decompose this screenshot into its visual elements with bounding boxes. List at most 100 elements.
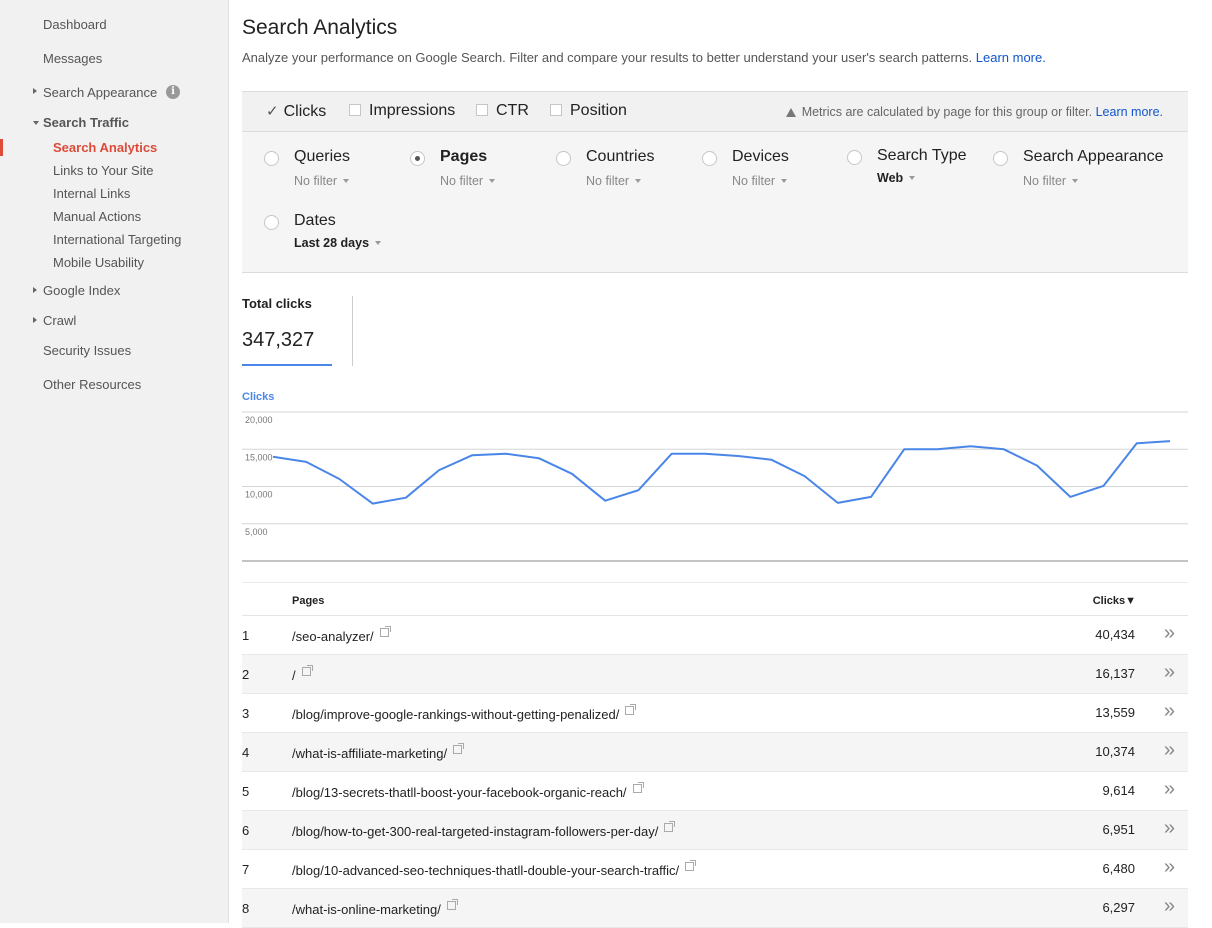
table-row[interactable]: 7/blog/10-advanced-seo-techniques-thatll… (242, 850, 1188, 889)
metrics-learn-more-link[interactable]: Learn more. (1096, 105, 1163, 119)
sidebar-item-internal-links[interactable]: Internal Links (53, 186, 130, 201)
table-row[interactable]: 2 / 16,137 » (242, 655, 1188, 694)
collapse-arrow-icon[interactable] (33, 121, 39, 125)
page-path[interactable]: /blog/13-secrets-thatll-boost-your-faceb… (292, 785, 627, 800)
double-chevron-right-icon[interactable]: » (1164, 661, 1175, 684)
sidebar-item-dashboard[interactable]: Dashboard (43, 17, 107, 32)
row-page[interactable]: /blog/13-secrets-thatll-boost-your-faceb… (292, 782, 644, 800)
filter-dropdown[interactable]: No filter (732, 174, 788, 188)
page-path[interactable]: / (292, 668, 296, 683)
radio-icon[interactable] (847, 150, 862, 165)
row-page[interactable]: /what-is-online-marketing/ (292, 899, 458, 917)
table-row[interactable]: 6/blog/how-to-get-300-real-targeted-inst… (242, 811, 1188, 850)
data-point[interactable] (634, 486, 642, 494)
sidebar-item-manual-actions[interactable]: Manual Actions (53, 209, 141, 224)
row-page[interactable]: /blog/10-advanced-seo-techniques-thatll-… (292, 860, 697, 878)
page-path[interactable]: /blog/how-to-get-300-real-targeted-insta… (292, 824, 658, 839)
radio-icon[interactable] (702, 151, 717, 166)
double-chevron-right-icon[interactable]: » (1164, 739, 1175, 762)
filter-dropdown[interactable]: No filter (1023, 174, 1079, 188)
external-link-icon[interactable] (446, 899, 458, 910)
sidebar-item-search-appearance[interactable]: Search Appearance (43, 85, 157, 100)
metric-impressions-checkbox[interactable]: Impressions (349, 102, 455, 120)
data-point[interactable] (967, 442, 975, 450)
sidebar-item-security-issues[interactable]: Security Issues (43, 343, 131, 358)
data-point[interactable] (801, 472, 809, 480)
expand-arrow-icon[interactable] (33, 287, 37, 293)
radio-icon[interactable] (264, 151, 279, 166)
table-row[interactable]: 5/blog/13-secrets-thatll-boost-your-face… (242, 772, 1188, 811)
table-row[interactable]: 1/seo-analyzer/40,434 » (242, 616, 1188, 655)
sidebar-item-crawl[interactable]: Crawl (43, 313, 76, 328)
expand-arrow-icon[interactable] (33, 88, 37, 94)
filter-dropdown[interactable]: No filter (294, 174, 350, 188)
data-point[interactable] (601, 497, 609, 505)
sidebar-item-mobile-usability[interactable]: Mobile Usability (53, 255, 144, 270)
external-link-icon[interactable] (453, 743, 465, 754)
double-chevron-right-icon[interactable]: » (1164, 622, 1175, 645)
double-chevron-right-icon[interactable]: » (1164, 700, 1175, 723)
sidebar-item-search-traffic[interactable]: Search Traffic (43, 115, 129, 130)
sidebar-item-google-index[interactable]: Google Index (43, 283, 120, 298)
row-page[interactable]: /seo-analyzer/ (292, 626, 391, 644)
data-point[interactable] (1000, 445, 1008, 453)
page-path[interactable]: /blog/10-advanced-seo-techniques-thatll-… (292, 863, 679, 878)
data-point[interactable] (668, 450, 676, 458)
data-point[interactable] (435, 466, 443, 474)
data-point[interactable] (468, 451, 476, 459)
external-link-icon[interactable] (379, 626, 391, 637)
filter-dropdown[interactable]: No filter (586, 174, 642, 188)
sidebar-item-links-to-your-site[interactable]: Links to Your Site (53, 163, 153, 178)
data-point[interactable] (1033, 462, 1041, 470)
filter-dropdown[interactable]: Last 28 days (294, 236, 382, 250)
data-point[interactable] (701, 450, 709, 458)
row-page[interactable]: /blog/improve-google-rankings-without-ge… (292, 704, 637, 722)
data-point[interactable] (1066, 493, 1074, 501)
radio-selected-icon[interactable] (410, 151, 425, 166)
filter-dropdown[interactable]: No filter (440, 174, 496, 188)
expand-arrow-icon[interactable] (33, 317, 37, 323)
data-point[interactable] (834, 499, 842, 507)
data-point[interactable] (535, 454, 543, 462)
page-path[interactable]: /seo-analyzer/ (292, 629, 374, 644)
radio-icon[interactable] (993, 151, 1008, 166)
external-link-icon[interactable] (685, 860, 697, 871)
external-link-icon[interactable] (632, 782, 644, 793)
data-point[interactable] (269, 453, 277, 461)
external-link-icon[interactable] (664, 821, 676, 832)
data-point[interactable] (1133, 439, 1141, 447)
row-page[interactable]: /blog/how-to-get-300-real-targeted-insta… (292, 821, 676, 839)
page-path[interactable]: /what-is-affiliate-marketing/ (292, 746, 447, 761)
data-point[interactable] (767, 456, 775, 464)
data-point[interactable] (933, 445, 941, 453)
column-header-pages[interactable]: Pages (292, 595, 324, 607)
double-chevron-right-icon[interactable]: » (1164, 817, 1175, 840)
double-chevron-right-icon[interactable]: » (1164, 856, 1175, 879)
sidebar-item-messages[interactable]: Messages (43, 51, 102, 66)
row-page[interactable]: / (292, 665, 313, 683)
data-point[interactable] (568, 470, 576, 478)
metric-position-checkbox[interactable]: Position (550, 102, 627, 120)
data-point[interactable] (369, 500, 377, 508)
sidebar-item-other-resources[interactable]: Other Resources (43, 377, 141, 392)
info-icon[interactable]: i (166, 85, 180, 99)
table-row[interactable]: 8/what-is-online-marketing/6,297 » (242, 889, 1188, 928)
column-header-clicks[interactable]: Clicks▼ (1093, 595, 1136, 607)
metric-clicks-checkbox[interactable]: ✓ Clicks (266, 102, 326, 121)
data-point[interactable] (1100, 482, 1108, 490)
data-point[interactable] (867, 493, 875, 501)
sidebar-item-international-targeting[interactable]: International Targeting (53, 232, 181, 247)
page-path[interactable]: /blog/improve-google-rankings-without-ge… (292, 707, 619, 722)
row-page[interactable]: /what-is-affiliate-marketing/ (292, 743, 465, 761)
double-chevron-right-icon[interactable]: » (1164, 778, 1175, 801)
data-point[interactable] (335, 475, 343, 483)
radio-icon[interactable] (556, 151, 571, 166)
table-row[interactable]: 4/what-is-affiliate-marketing/10,374 » (242, 733, 1188, 772)
table-row[interactable]: 3/blog/improve-google-rankings-without-g… (242, 694, 1188, 733)
data-point[interactable] (734, 452, 742, 460)
filter-dropdown[interactable]: Web (877, 171, 916, 185)
data-point[interactable] (900, 445, 908, 453)
data-point[interactable] (402, 494, 410, 502)
external-link-icon[interactable] (301, 665, 313, 676)
double-chevron-right-icon[interactable]: » (1164, 895, 1175, 918)
